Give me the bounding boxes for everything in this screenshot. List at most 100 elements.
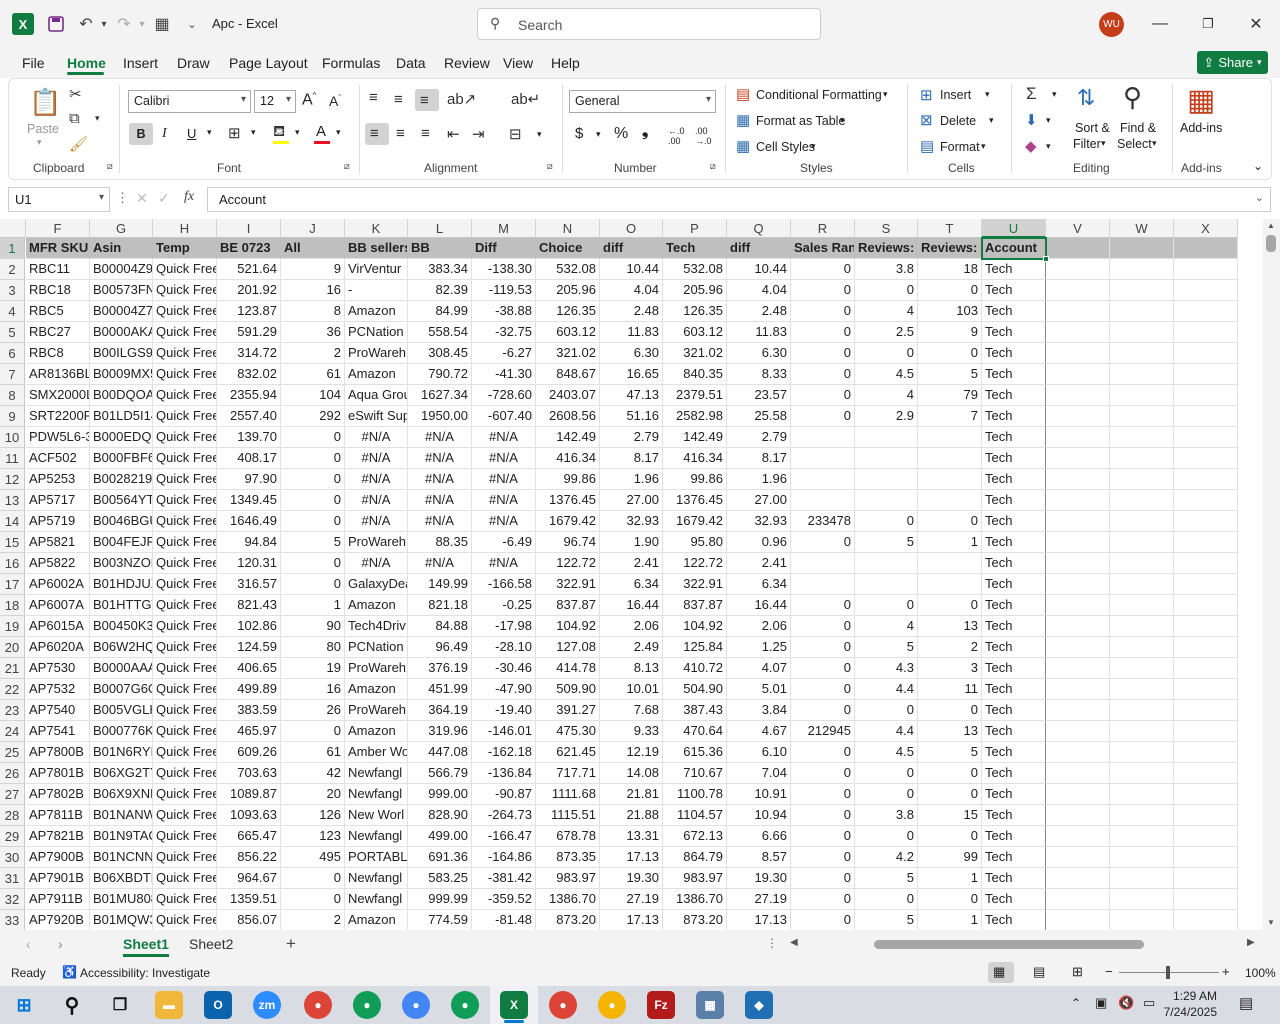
table-cell[interactable]: 0 <box>918 826 982 847</box>
tab-draw[interactable]: Draw <box>177 55 210 71</box>
table-cell[interactable]: 873.35 <box>536 847 600 868</box>
tab-file[interactable]: File <box>22 55 45 71</box>
fill-dropdown-icon[interactable]: ▾ <box>1046 115 1051 126</box>
increase-decimal-icon[interactable]: ←.0.00 <box>668 126 685 146</box>
table-cell[interactable]: -28.10 <box>472 637 536 658</box>
column-header-l[interactable]: L <box>408 219 472 238</box>
table-cell[interactable]: Tech <box>982 280 1046 301</box>
table-cell[interactable]: 0 <box>791 385 855 406</box>
table-cell[interactable]: 665.47 <box>217 826 281 847</box>
table-cell[interactable] <box>1046 763 1110 784</box>
table-cell[interactable]: 149.99 <box>408 574 472 595</box>
table-cell[interactable]: B0009MX5 <box>90 364 153 385</box>
table-cell[interactable] <box>1046 826 1110 847</box>
table-cell[interactable] <box>1174 805 1238 826</box>
table-cell[interactable]: 5 <box>281 532 345 553</box>
table-cell[interactable] <box>1046 616 1110 637</box>
table-cell[interactable]: 364.19 <box>408 700 472 721</box>
table-cell[interactable] <box>1110 553 1174 574</box>
table-cell[interactable]: ProWareh <box>345 343 408 364</box>
table-cell[interactable]: 0 <box>855 700 918 721</box>
table-cell[interactable]: 0 <box>918 280 982 301</box>
table-cell[interactable]: 856.22 <box>217 847 281 868</box>
table-cell[interactable]: 0 <box>281 553 345 574</box>
header-cell[interactable]: Sales Rank <box>791 238 855 259</box>
table-cell[interactable]: 11 <box>918 679 982 700</box>
table-cell[interactable] <box>1110 427 1174 448</box>
table-cell[interactable]: 4.2 <box>855 847 918 868</box>
table-cell[interactable] <box>1110 616 1174 637</box>
table-cell[interactable]: 27.19 <box>600 889 663 910</box>
table-cell[interactable]: 42 <box>281 763 345 784</box>
table-cell[interactable]: PCNation <box>345 322 408 343</box>
table-cell[interactable]: 13 <box>918 616 982 637</box>
table-cell[interactable]: 0 <box>791 364 855 385</box>
table-cell[interactable]: 36 <box>281 322 345 343</box>
table-cell[interactable]: -6.49 <box>472 532 536 553</box>
table-cell[interactable] <box>1046 742 1110 763</box>
decrease-indent-icon[interactable]: ⇤ <box>447 125 460 143</box>
table-cell[interactable] <box>1174 616 1238 637</box>
table-cell[interactable]: Tech <box>982 490 1046 511</box>
clock-time[interactable]: 1:29 AM <box>1169 989 1217 1003</box>
enter-icon[interactable]: ✓ <box>158 190 170 207</box>
align-right-icon[interactable]: ≡ <box>421 125 430 142</box>
table-cell[interactable]: Quick Free <box>153 553 217 574</box>
table-cell[interactable] <box>791 574 855 595</box>
table-cell[interactable]: 10.01 <box>600 679 663 700</box>
table-cell[interactable]: 0 <box>281 511 345 532</box>
table-cell[interactable] <box>1110 406 1174 427</box>
table-cell[interactable]: Tech <box>982 448 1046 469</box>
find-select-line2[interactable]: Select <box>1117 137 1152 151</box>
fill-handle[interactable] <box>1043 256 1049 262</box>
table-cell[interactable]: Tech <box>982 469 1046 490</box>
table-cell[interactable]: Quick Free <box>153 658 217 679</box>
column-header-m[interactable]: M <box>472 219 536 238</box>
table-cell[interactable]: 0 <box>791 532 855 553</box>
file-explorer-icon[interactable]: ▬ <box>155 991 183 1019</box>
calculator-app-icon[interactable]: ▦ <box>696 991 724 1019</box>
table-cell[interactable]: 691.36 <box>408 847 472 868</box>
table-cell[interactable]: Tech <box>982 574 1046 595</box>
table-cell[interactable]: B01HDJUX <box>90 574 153 595</box>
table-cell[interactable] <box>1174 406 1238 427</box>
currency-dropdown-icon[interactable]: ▾ <box>596 129 601 140</box>
table-cell[interactable]: Quick Free <box>153 868 217 889</box>
scroll-up-icon[interactable]: ▲ <box>1267 221 1275 230</box>
table-cell[interactable] <box>1174 826 1238 847</box>
table-cell[interactable]: AP7530 <box>26 658 90 679</box>
table-cell[interactable] <box>1046 259 1110 280</box>
table-cell[interactable]: AR8136BL <box>26 364 90 385</box>
table-cell[interactable]: 499.89 <box>217 679 281 700</box>
network-icon[interactable]: ▭ <box>1143 995 1155 1011</box>
taskbar-search-icon[interactable]: ⚲ <box>58 991 86 1019</box>
table-cell[interactable]: B01N9TAC <box>90 826 153 847</box>
table-cell[interactable]: 4.5 <box>855 364 918 385</box>
table-cell[interactable]: 47.13 <box>600 385 663 406</box>
table-cell[interactable]: 13.31 <box>600 826 663 847</box>
table-cell[interactable]: AP7920B <box>26 910 90 930</box>
header-cell[interactable]: diff <box>600 238 663 259</box>
table-cell[interactable]: AP7800B <box>26 742 90 763</box>
table-cell[interactable]: 6.66 <box>727 826 791 847</box>
table-cell[interactable]: 2.79 <box>727 427 791 448</box>
table-cell[interactable]: 4.04 <box>600 280 663 301</box>
table-cell[interactable]: 451.99 <box>408 679 472 700</box>
start-icon[interactable]: ⊞ <box>10 991 38 1019</box>
paste-dropdown-icon[interactable]: ▾ <box>37 137 42 148</box>
table-cell[interactable] <box>1174 721 1238 742</box>
table-cell[interactable]: #N/A <box>345 553 408 574</box>
table-cell[interactable]: 7.68 <box>600 700 663 721</box>
table-cell[interactable]: 51.16 <box>600 406 663 427</box>
table-cell[interactable]: 8.57 <box>727 847 791 868</box>
table-cell[interactable]: #N/A <box>345 427 408 448</box>
close-icon[interactable]: ✕ <box>1244 12 1268 36</box>
table-cell[interactable]: 20 <box>281 784 345 805</box>
table-cell[interactable]: -146.01 <box>472 721 536 742</box>
table-cell[interactable]: 1359.51 <box>217 889 281 910</box>
table-cell[interactable]: -119.53 <box>472 280 536 301</box>
table-cell[interactable]: Amazon <box>345 721 408 742</box>
cancel-icon[interactable]: ✕ <box>136 190 148 207</box>
filezilla-icon[interactable]: Fz <box>647 991 675 1019</box>
table-cell[interactable]: 9 <box>918 322 982 343</box>
